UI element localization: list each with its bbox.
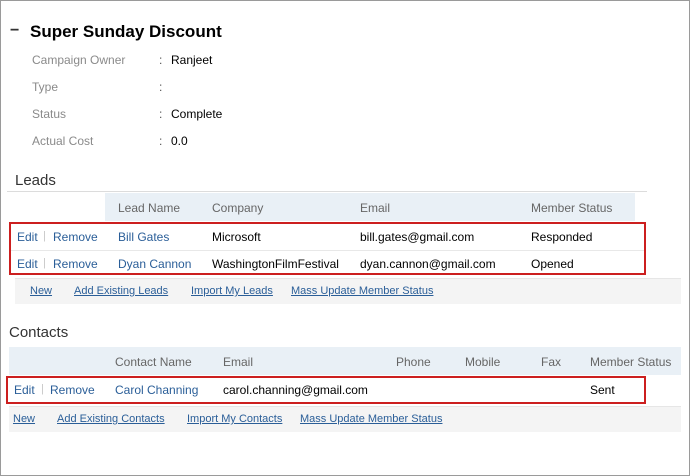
member-status-cell: Sent (590, 383, 615, 397)
detail-value: Complete (171, 107, 223, 121)
table-row: Edit | Remove Carol Channing carol.chann… (8, 377, 644, 404)
column-header-lead-name[interactable]: Lead Name (118, 201, 180, 215)
import-my-contacts-link[interactable]: Import My Contacts (187, 413, 282, 425)
add-existing-contacts-link[interactable]: Add Existing Contacts (57, 413, 165, 425)
company-cell: Microsoft (212, 230, 261, 244)
leads-divider (7, 191, 647, 192)
lead-name-link[interactable]: Bill Gates (118, 230, 169, 244)
member-status-cell: Opened (531, 257, 574, 271)
detail-separator: : (159, 53, 163, 67)
column-header-contact-name[interactable]: Contact Name (115, 355, 192, 369)
remove-link[interactable]: Remove (53, 230, 98, 244)
column-header-mobile[interactable]: Mobile (465, 355, 500, 369)
leads-highlighted-rows: Edit | Remove Bill Gates Microsoft bill.… (9, 222, 646, 275)
company-cell: WashingtonFilmFestival (212, 257, 339, 271)
detail-label: Actual Cost (32, 134, 94, 148)
leads-table-header: Lead Name Company Email Member Status (105, 193, 635, 221)
contact-name-link[interactable]: Carol Channing (115, 383, 198, 397)
detail-separator: : (159, 80, 163, 94)
edit-link[interactable]: Edit (17, 257, 38, 271)
import-my-leads-link[interactable]: Import My Leads (191, 285, 273, 297)
link-separator: | (41, 383, 44, 395)
campaign-detail-panel: − Super Sunday Discount Campaign Owner :… (0, 0, 690, 476)
column-header-email[interactable]: Email (360, 201, 390, 215)
lead-name-link[interactable]: Dyan Cannon (118, 257, 191, 271)
email-cell: carol.channing@gmail.com (223, 383, 368, 397)
collapse-toggle-icon[interactable]: − (10, 23, 19, 39)
column-header-phone[interactable]: Phone (396, 355, 431, 369)
detail-separator: : (159, 134, 163, 148)
remove-link[interactable]: Remove (53, 257, 98, 271)
detail-label: Status (32, 107, 67, 121)
leads-section-heading: Leads (15, 172, 56, 189)
contacts-action-bar: New Add Existing Contacts Import My Cont… (9, 406, 681, 432)
table-row: Edit | Remove Dyan Cannon WashingtonFilm… (11, 251, 644, 278)
detail-value: 0.0 (171, 134, 188, 148)
contacts-section-heading: Contacts (9, 324, 69, 341)
table-row: Edit | Remove Bill Gates Microsoft bill.… (11, 224, 644, 251)
add-existing-leads-link[interactable]: Add Existing Leads (74, 285, 168, 297)
column-header-email[interactable]: Email (223, 355, 253, 369)
new-lead-link[interactable]: New (30, 285, 52, 297)
member-status-cell: Responded (531, 230, 593, 244)
link-separator: | (43, 230, 46, 242)
leads-action-bar: New Add Existing Leads Import My Leads M… (15, 278, 681, 304)
link-separator: | (43, 257, 46, 269)
contacts-highlighted-rows: Edit | Remove Carol Channing carol.chann… (6, 376, 646, 404)
edit-link[interactable]: Edit (14, 383, 35, 397)
mass-update-member-status-link[interactable]: Mass Update Member Status (300, 413, 442, 425)
contacts-table-header: Contact Name Email Phone Mobile Fax Memb… (9, 347, 681, 375)
page-title: Super Sunday Discount (30, 22, 222, 41)
mass-update-member-status-link[interactable]: Mass Update Member Status (291, 285, 433, 297)
email-cell: bill.gates@gmail.com (360, 230, 475, 244)
email-cell: dyan.cannon@gmail.com (360, 257, 496, 271)
new-contact-link[interactable]: New (13, 413, 35, 425)
detail-separator: : (159, 107, 163, 121)
edit-link[interactable]: Edit (17, 230, 38, 244)
column-header-member-status[interactable]: Member Status (590, 355, 671, 369)
detail-label: Type (32, 80, 59, 94)
detail-value: Ranjeet (171, 53, 213, 67)
detail-label: Campaign Owner (32, 53, 126, 67)
column-header-member-status[interactable]: Member Status (531, 201, 612, 215)
remove-link[interactable]: Remove (50, 383, 95, 397)
column-header-fax[interactable]: Fax (541, 355, 561, 369)
column-header-company[interactable]: Company (212, 201, 263, 215)
